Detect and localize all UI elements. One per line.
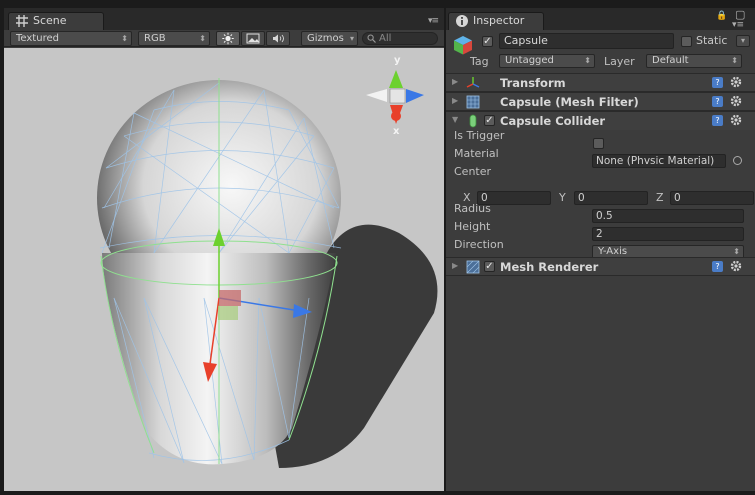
capsule-collider-title: Capsule Collider bbox=[500, 114, 606, 128]
tab-scene[interactable]: Scene bbox=[8, 12, 104, 30]
layer-label: Layer bbox=[604, 55, 635, 68]
gameobject-name-field[interactable]: Capsule bbox=[499, 33, 674, 49]
foldout-collapsed-icon[interactable]: ▶ bbox=[452, 77, 458, 86]
speaker-icon bbox=[273, 34, 284, 43]
mesh-renderer-icon bbox=[466, 260, 480, 274]
tab-inspector-label: Inspector bbox=[473, 14, 525, 27]
orientation-gizmo[interactable]: y x bbox=[366, 55, 424, 137]
gizmos-dropdown[interactable]: Gizmos ▾ bbox=[301, 31, 358, 46]
foldout-expanded-icon[interactable]: ▼ bbox=[452, 115, 458, 124]
component-mesh-filter-header[interactable]: ▶ Capsule (Mesh Filter) ? bbox=[446, 92, 755, 111]
center-y-field[interactable]: 0 bbox=[574, 191, 648, 205]
scene-toolbar: Textured ⬍ RGB ⬍ Gizmos ▾ All bbox=[4, 30, 444, 47]
tab-scene-label: Scene bbox=[33, 14, 67, 27]
gizmos-label: Gizmos bbox=[307, 33, 344, 44]
component-capsule-collider-header[interactable]: ▼ ✓ Capsule Collider ? bbox=[446, 111, 755, 130]
gizmo-x-label: x bbox=[393, 126, 400, 137]
height-label: Height bbox=[454, 220, 491, 233]
scene-effects-toggle[interactable] bbox=[241, 31, 265, 46]
height-field[interactable]: 2 bbox=[592, 227, 744, 241]
foldout-collapsed-icon[interactable]: ▶ bbox=[452, 261, 458, 270]
object-picker-icon[interactable] bbox=[733, 156, 742, 165]
inspector-empty-area bbox=[446, 277, 755, 491]
gear-icon[interactable] bbox=[729, 259, 743, 273]
layer-value: Default bbox=[652, 55, 689, 66]
updown-arrow-icon: ⬍ bbox=[731, 56, 738, 65]
static-checkbox[interactable] bbox=[681, 36, 692, 47]
help-icon[interactable]: ? bbox=[712, 77, 723, 88]
help-icon[interactable]: ? bbox=[712, 96, 723, 107]
radius-label: Radius bbox=[454, 202, 491, 215]
foldout-collapsed-icon[interactable]: ▶ bbox=[452, 96, 458, 105]
center-z-label: Z bbox=[656, 191, 664, 204]
center-y-label: Y bbox=[559, 191, 566, 204]
image-icon bbox=[246, 33, 260, 44]
inspector-panel: Inspector 🔒 ▢ ▾≡ ✓ Capsule Static ▾ Tag … bbox=[446, 8, 755, 491]
gear-icon[interactable] bbox=[729, 75, 743, 89]
info-icon bbox=[456, 15, 468, 27]
color-mode-value: RGB bbox=[144, 33, 166, 44]
updown-arrow-icon: ⬍ bbox=[584, 56, 591, 65]
panel-menu-icon[interactable]: ▾≡ bbox=[428, 16, 439, 26]
gameobject-cube-icon bbox=[454, 36, 472, 55]
mesh-renderer-enabled-checkbox[interactable]: ✓ bbox=[484, 261, 495, 272]
direction-label: Direction bbox=[454, 238, 504, 251]
tab-inspector[interactable]: Inspector bbox=[448, 12, 544, 30]
gizmo-y-label: y bbox=[394, 55, 401, 66]
gear-icon[interactable] bbox=[729, 113, 743, 127]
component-mesh-renderer-header[interactable]: ▶ ✓ Mesh Renderer ? bbox=[446, 257, 755, 276]
scene-tab-bar: Scene ▾≡ bbox=[4, 8, 444, 30]
direction-value: Y-Axis bbox=[598, 246, 628, 257]
scene-lighting-toggle[interactable] bbox=[216, 31, 240, 46]
center-label: Center bbox=[454, 165, 492, 178]
scene-search-placeholder: All bbox=[379, 33, 392, 44]
capsule-collider-enabled-checkbox[interactable]: ✓ bbox=[484, 115, 495, 126]
inspector-tab-bar: Inspector 🔒 ▢ ▾≡ bbox=[446, 8, 755, 30]
static-dropdown-button[interactable]: ▾ bbox=[736, 35, 750, 47]
transform-title: Transform bbox=[500, 76, 566, 90]
color-mode-dropdown[interactable]: RGB ⬍ bbox=[138, 31, 210, 46]
component-transform-header[interactable]: ▶ Transform ? bbox=[446, 73, 755, 92]
material-field[interactable]: None (Phvsic Material) bbox=[592, 154, 726, 168]
scene-audio-toggle[interactable] bbox=[266, 31, 290, 46]
dropdown-arrow-icon: ▾ bbox=[349, 34, 354, 43]
gear-icon[interactable] bbox=[729, 94, 743, 108]
mesh-renderer-title: Mesh Renderer bbox=[500, 260, 599, 274]
sun-icon bbox=[222, 32, 234, 45]
mesh-filter-title: Capsule (Mesh Filter) bbox=[500, 95, 639, 109]
capsule-collider-icon bbox=[469, 114, 477, 128]
material-label: Material bbox=[454, 147, 499, 160]
layer-dropdown[interactable]: Default ⬍ bbox=[646, 54, 742, 68]
is-trigger-label: Is Trigger bbox=[454, 129, 505, 142]
radius-field[interactable]: 0.5 bbox=[592, 209, 744, 223]
tag-dropdown[interactable]: Untagged ⬍ bbox=[499, 54, 595, 68]
scene-viewport[interactable]: y x bbox=[4, 48, 444, 491]
search-icon bbox=[367, 34, 376, 43]
static-label: Static bbox=[696, 34, 728, 47]
gameobject-header: ✓ Capsule Static ▾ Tag Untagged ⬍ Layer … bbox=[446, 30, 755, 75]
grid-icon bbox=[16, 15, 28, 27]
help-icon[interactable]: ? bbox=[712, 261, 723, 272]
scene-search-input[interactable]: All bbox=[362, 32, 438, 45]
render-mode-dropdown[interactable]: Textured ⬍ bbox=[10, 31, 132, 46]
lock-icon[interactable]: 🔒 bbox=[716, 11, 727, 21]
gameobject-active-checkbox[interactable]: ✓ bbox=[482, 36, 493, 47]
panel-menu-icon[interactable]: ▾≡ bbox=[732, 20, 744, 30]
updown-arrow-icon: ⬍ bbox=[199, 34, 206, 43]
mesh-filter-icon bbox=[466, 95, 480, 109]
updown-arrow-icon: ⬍ bbox=[121, 34, 128, 43]
tag-value: Untagged bbox=[505, 55, 554, 66]
help-icon[interactable]: ? bbox=[712, 115, 723, 126]
is-trigger-checkbox[interactable] bbox=[593, 138, 604, 149]
center-z-field[interactable]: 0 bbox=[670, 191, 754, 205]
transform-axes-icon bbox=[466, 77, 480, 88]
tag-label: Tag bbox=[470, 55, 489, 68]
render-mode-value: Textured bbox=[16, 33, 59, 44]
